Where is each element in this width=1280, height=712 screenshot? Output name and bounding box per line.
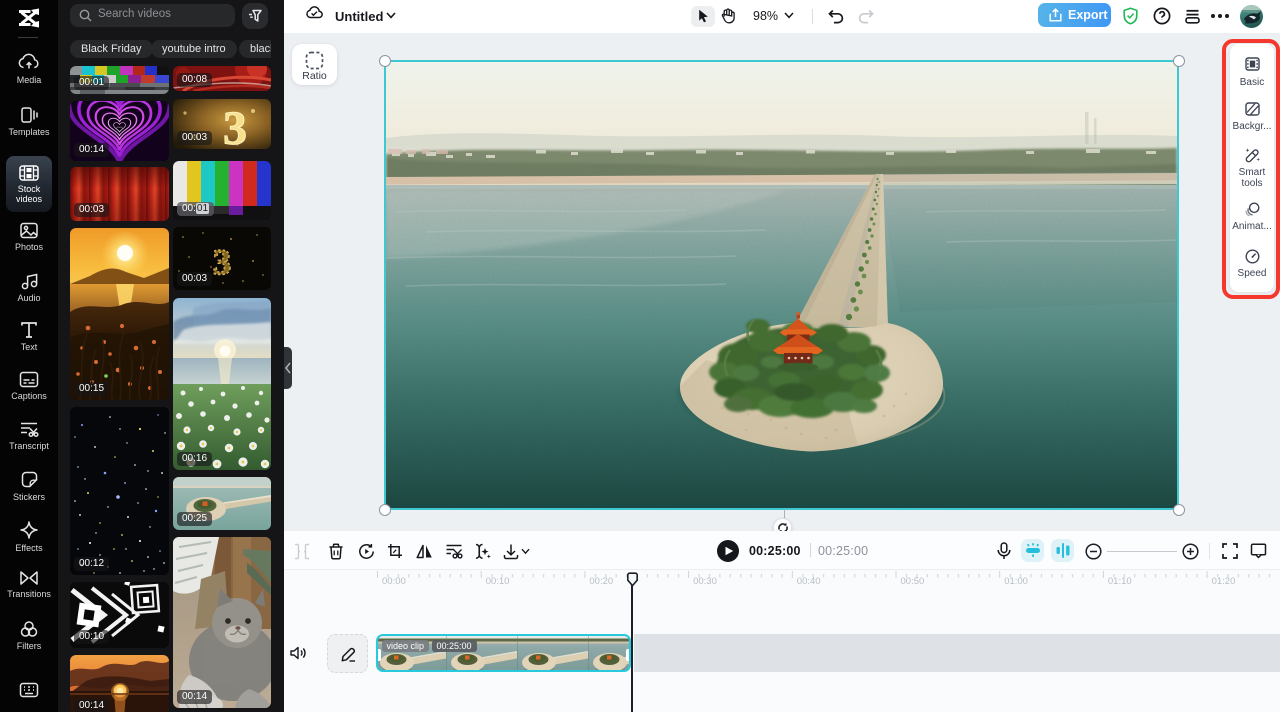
svg-text:00:50: 00:50	[901, 576, 925, 587]
svg-text:00:10: 00:10	[486, 576, 510, 587]
svg-text:01:20: 01:20	[1212, 576, 1236, 587]
svg-text:00:20: 00:20	[589, 576, 613, 587]
svg-text:00:00: 00:00	[382, 576, 406, 587]
svg-text:3: 3	[213, 242, 231, 282]
svg-text:01:00: 01:00	[1004, 576, 1028, 587]
svg-text:00:40: 00:40	[797, 576, 821, 587]
svg-text:00:30: 00:30	[693, 576, 717, 587]
svg-text:01:10: 01:10	[1108, 576, 1132, 587]
svg-text:3: 3	[223, 102, 247, 149]
